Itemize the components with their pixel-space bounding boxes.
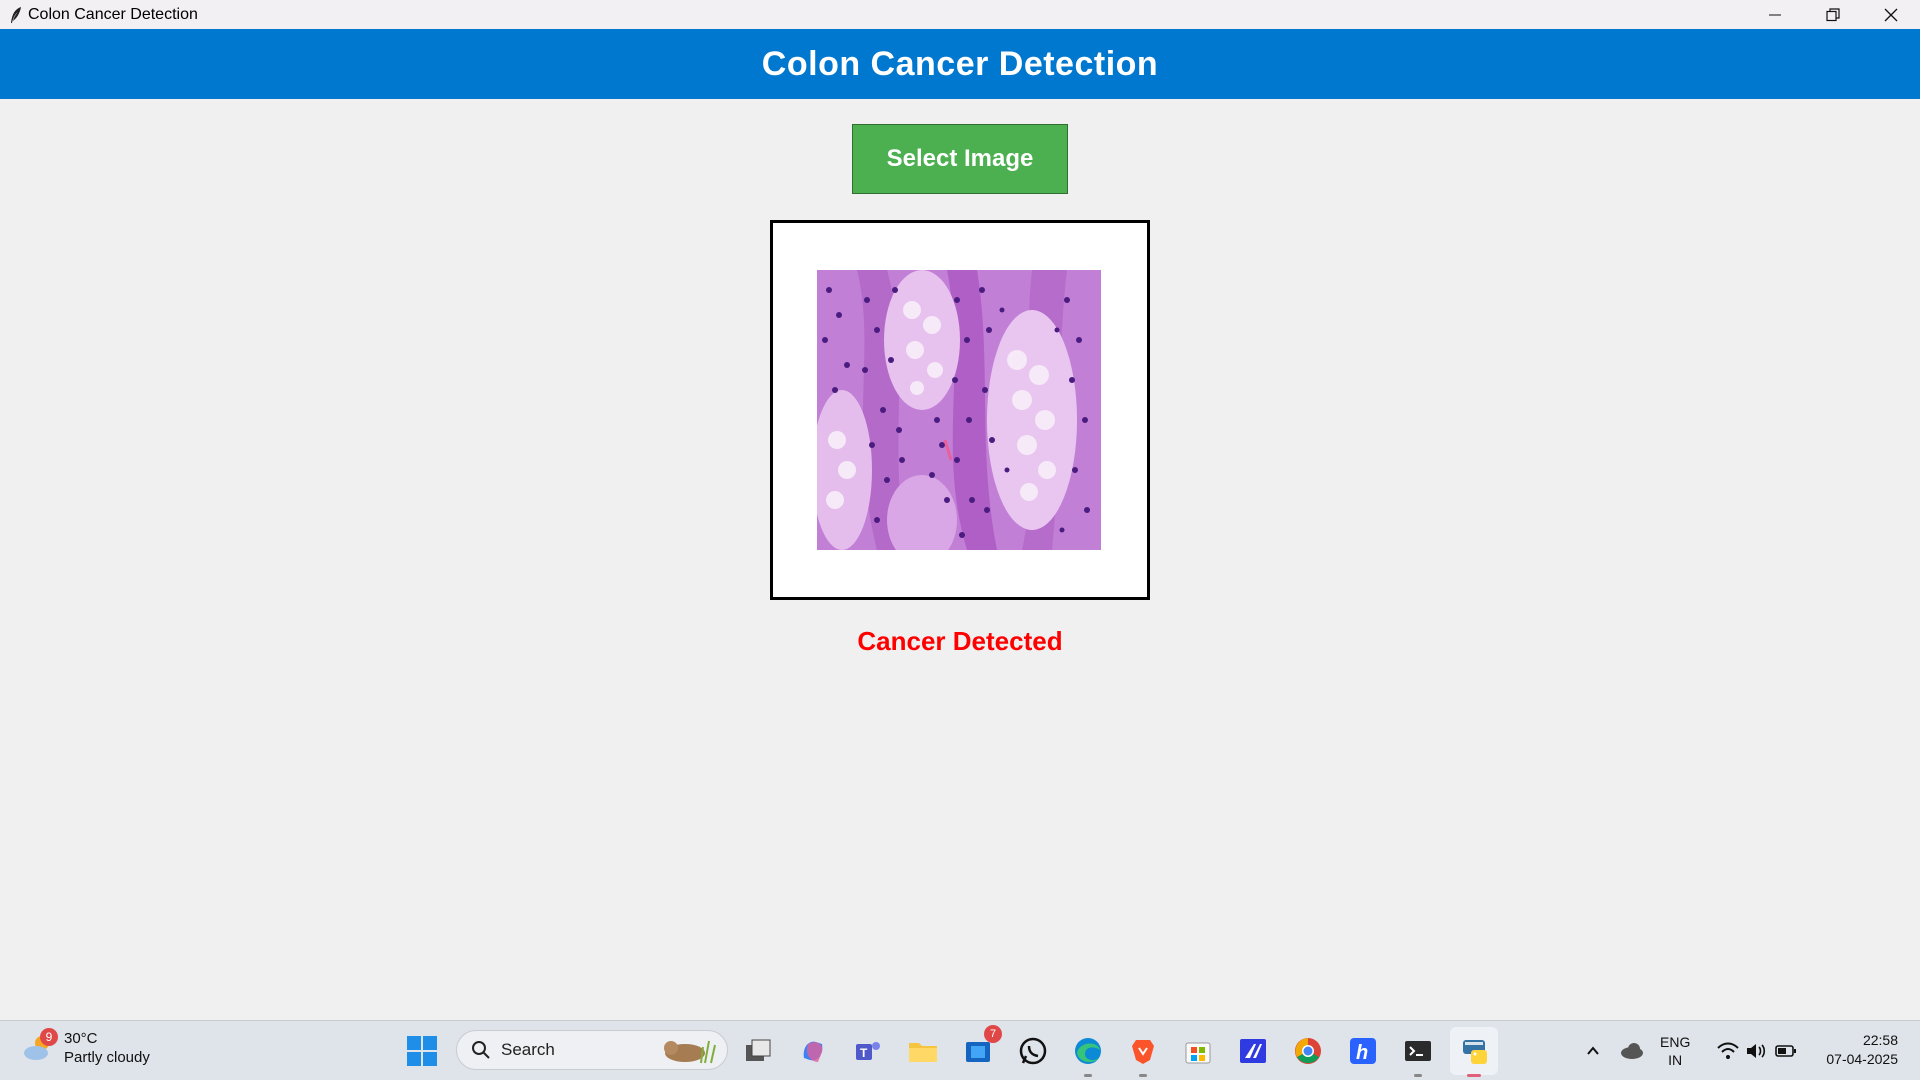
taskbar: 9 30°C Partly cloudy Search T 7 h ENG IN…: [0, 1020, 1920, 1080]
search-highlight-icon: [664, 1040, 716, 1064]
restore-button[interactable]: [1804, 0, 1862, 29]
python-icon[interactable]: [1456, 1033, 1492, 1077]
edge-icon[interactable]: [1070, 1033, 1106, 1077]
feather-icon: [6, 5, 26, 25]
partly-cloudy-icon: 9: [22, 1028, 58, 1065]
windows-icon: [407, 1036, 437, 1066]
window-controls: [1746, 0, 1920, 29]
clock-date: 07-04-2025: [1826, 1051, 1898, 1067]
battery-icon[interactable]: [1768, 1033, 1804, 1069]
file-explorer-icon[interactable]: [905, 1033, 941, 1069]
select-image-button[interactable]: Select Image: [852, 124, 1068, 194]
terminal-icon[interactable]: [1400, 1033, 1436, 1077]
weather-temperature: 30°C: [64, 1030, 98, 1047]
taskbar-search[interactable]: Search: [456, 1030, 728, 1070]
app-title: Colon Cancer Detection: [761, 44, 1159, 83]
chrome-icon[interactable]: [1290, 1033, 1326, 1069]
mail-icon[interactable]: 7: [960, 1025, 1002, 1069]
editor-icon[interactable]: [1235, 1033, 1271, 1069]
search-icon: [472, 1041, 490, 1059]
svg-text:h: h: [1356, 1042, 1368, 1064]
histology-image: [817, 270, 1101, 550]
window-titlebar: Colon Cancer Detection: [0, 0, 1920, 29]
hashnode-icon[interactable]: h: [1345, 1033, 1381, 1069]
close-button[interactable]: [1862, 0, 1920, 29]
close-icon: [1884, 8, 1898, 21]
mail-badge: 7: [984, 1025, 1002, 1043]
chevron-up-icon[interactable]: [1575, 1033, 1611, 1069]
microsoft-store-icon[interactable]: [1180, 1033, 1216, 1069]
language-line2: IN: [1668, 1052, 1683, 1068]
svg-text:T: T: [860, 1046, 868, 1060]
prediction-result: Cancer Detected: [857, 626, 1063, 656]
window-title: Colon Cancer Detection: [28, 5, 198, 23]
clock[interactable]: 22:58 07-04-2025: [1826, 1031, 1898, 1069]
minimize-button[interactable]: [1746, 0, 1804, 29]
search-placeholder: Search: [501, 1040, 555, 1059]
teams-icon[interactable]: T: [850, 1033, 886, 1069]
terminal-running-indicator: [1414, 1074, 1422, 1077]
edge-running-indicator: [1084, 1074, 1092, 1077]
python-running-indicator: [1467, 1074, 1481, 1077]
app-header: Colon Cancer Detection: [0, 29, 1920, 99]
weather-widget[interactable]: 9 30°C Partly cloudy: [22, 1028, 150, 1067]
language-indicator[interactable]: ENG IN: [1660, 1033, 1690, 1069]
restore-icon: [1826, 7, 1840, 21]
task-view-icon[interactable]: [740, 1033, 776, 1069]
brave-running-indicator: [1139, 1074, 1147, 1077]
clock-time: 22:58: [1862, 1032, 1898, 1048]
minimize-icon: [1769, 14, 1781, 15]
language-line1: ENG: [1660, 1034, 1691, 1050]
weather-condition: Partly cloudy: [64, 1049, 150, 1066]
start-button[interactable]: [406, 1035, 438, 1067]
weather-badge: 9: [40, 1028, 58, 1046]
brave-icon[interactable]: [1125, 1033, 1161, 1077]
copilot-icon[interactable]: [795, 1033, 831, 1069]
onedrive-icon[interactable]: [1614, 1033, 1650, 1069]
whatsapp-icon[interactable]: [1015, 1033, 1051, 1069]
